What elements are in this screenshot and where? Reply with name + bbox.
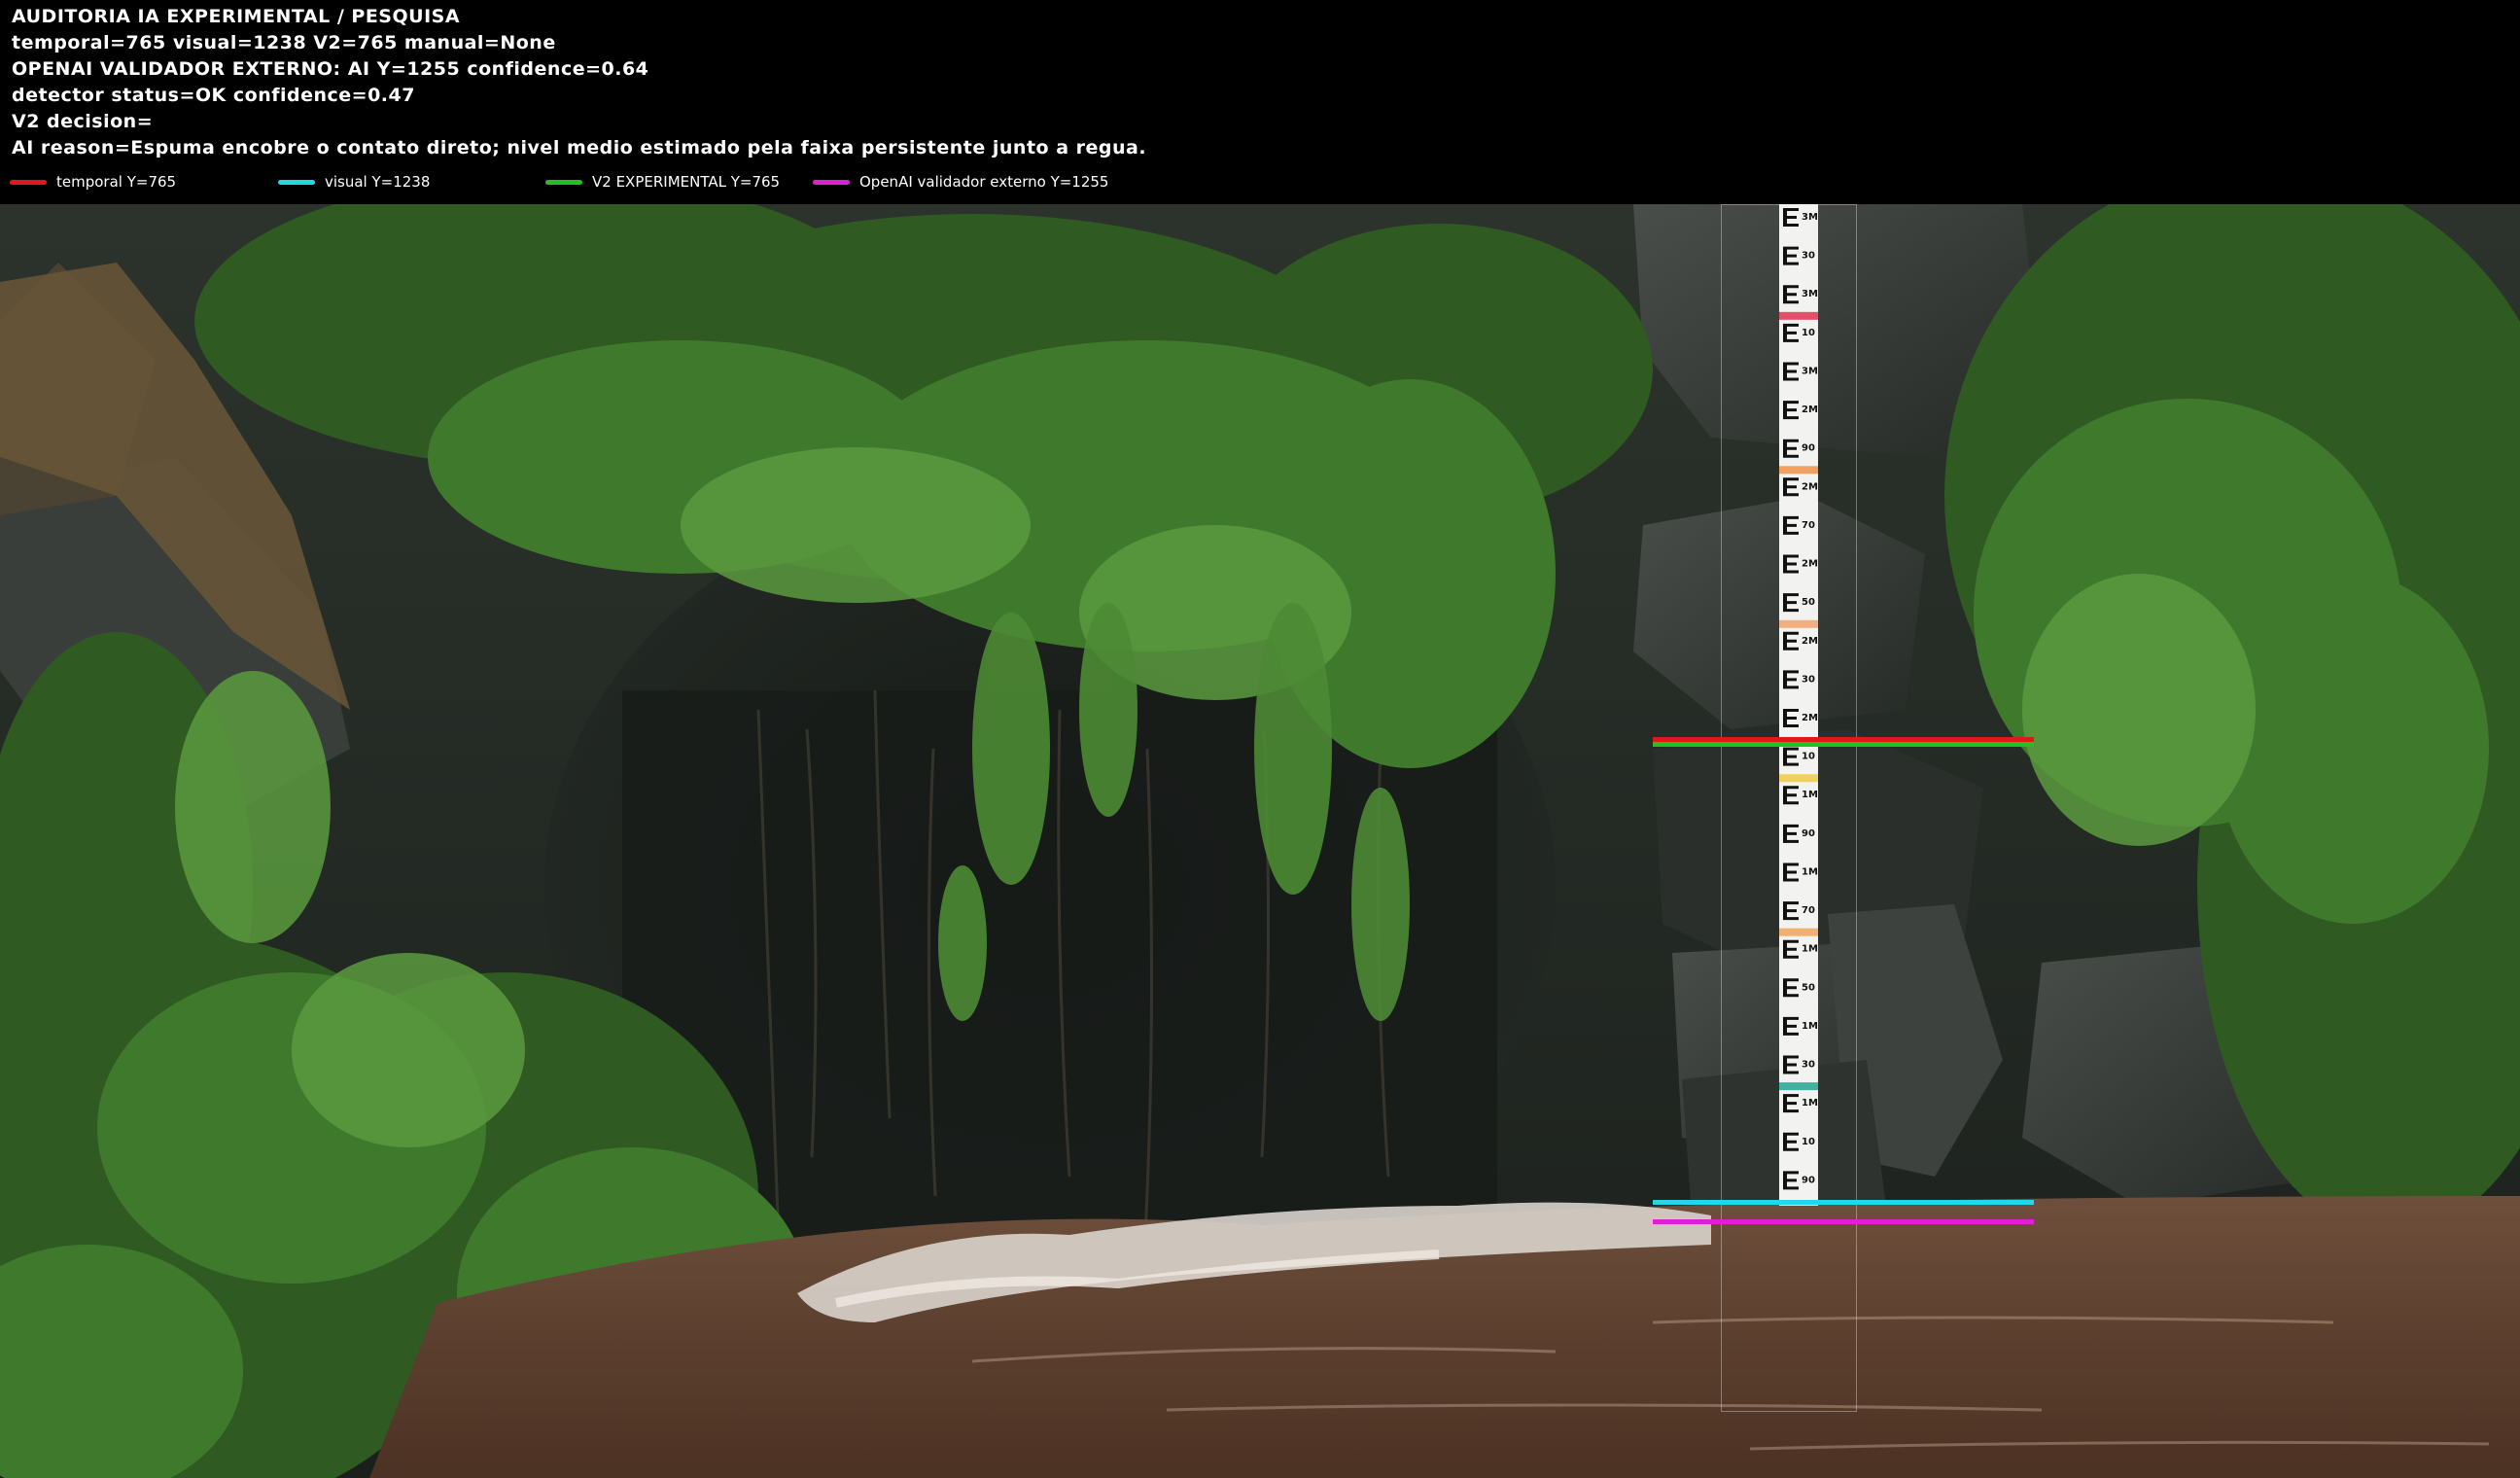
gauge-color-band [1779,466,1818,475]
audit-header: AUDITORIA IA EXPERIMENTAL / PESQUISA tem… [0,0,2520,204]
gauge-tick-label: 2M [1802,481,1818,492]
gauge-tick-label: 3M [1802,212,1818,223]
gauge-tick-label: 50 [1802,597,1815,608]
gauge-tick-mark [1783,824,1799,843]
gauge-tick-mark [1783,670,1799,689]
audit-title: AUDITORIA IA EXPERIMENTAL / PESQUISA [12,6,461,27]
gauge-tick-label: 3M [1802,366,1818,376]
gauge-color-band [1779,311,1818,320]
gauge-tick-label: 1M [1802,790,1818,800]
legend-item-visual: visual Y=1238 [278,171,430,193]
gauge-board [1779,204,1818,1206]
gauge-tick-mark [1783,709,1799,727]
detector-status: detector status=OK confidence=0.47 [12,85,415,106]
legend-swatch-v2 [545,179,582,185]
legend-item-temporal: temporal Y=765 [10,171,176,193]
gauge-tick-label: 10 [1802,328,1815,338]
legend-label-v2: V2 EXPERIMENTAL Y=765 [592,173,781,191]
gauge-tick-label: 50 [1802,982,1815,993]
v2-decision: V2 decision= [12,111,154,132]
gauge-tick-mark [1783,1171,1799,1190]
gauge-tick-mark [1783,747,1799,766]
gauge-tick-mark [1783,786,1799,805]
gauge-tick-label: 1M [1802,866,1818,877]
gauge-tick-label: 90 [1802,443,1815,454]
camera-frame: AUDITORIA IA EXPERIMENTAL / PESQUISA tem… [0,0,2520,1478]
gauge-tick-label: 10 [1802,1137,1815,1147]
gauge-tick-label: 2M [1802,559,1818,570]
gauge-tick-mark [1783,362,1799,381]
legend-label-visual: visual Y=1238 [325,173,431,191]
gauge-tick-mark [1783,323,1799,342]
legend: temporal Y=765 visual Y=1238 V2 EXPERIME… [0,171,2520,193]
gauge-tick-mark [1783,208,1799,227]
measurement-values: temporal=765 visual=1238 V2=765 manual=N… [12,32,556,53]
gauge-tick-mark [1783,1016,1799,1036]
gauge-color-band [1779,619,1818,628]
gauge-tick-mark [1783,1132,1799,1151]
staff-gauge: 3M 30 3M 10 3M 2M 90 2M 70 2M 50 2M 30 2M 10 1M 90 1M 70 1M… [1779,204,1818,1206]
legend-label-openai: OpenAI validador externo Y=1255 [859,173,1109,191]
visual-level-line [1653,1200,2034,1205]
gauge-tick-label: 10 [1802,752,1815,762]
legend-swatch-visual [278,179,315,185]
gauge-tick-mark [1783,631,1799,651]
gauge-tick-label: 2M [1802,713,1818,723]
gauge-tick-label: 30 [1802,251,1815,262]
legend-swatch-temporal [10,179,47,185]
river-scene: 3M 30 3M 10 3M 2M 90 2M 70 2M 50 2M 30 2M 10 1M 90 1M 70 1M… [0,204,2520,1478]
legend-item-openai: OpenAI validador externo Y=1255 [813,171,1108,193]
gauge-tick-mark [1783,477,1799,497]
gauge-tick-mark [1783,554,1799,574]
gauge-tick-label: 70 [1802,520,1815,531]
gauge-tick-mark [1783,515,1799,535]
gauge-tick-mark [1783,1094,1799,1113]
gauge-tick-mark [1783,862,1799,882]
gauge-tick-mark [1783,439,1799,458]
gauge-tick-label: 90 [1802,1175,1815,1185]
gauge-tick-label: 30 [1802,1060,1815,1071]
openai-validator: OPENAI VALIDADOR EXTERNO: AI Y=1255 conf… [12,58,649,80]
gauge-color-band [1779,774,1818,783]
legend-label-temporal: temporal Y=765 [56,173,177,191]
gauge-tick-label: 30 [1802,674,1815,685]
gauge-tick-label: 1M [1802,1098,1818,1108]
gauge-tick-mark [1783,593,1799,613]
gauge-tick-mark [1783,1055,1799,1074]
gauge-tick-label: 70 [1802,905,1815,916]
gauge-tick-mark [1783,246,1799,265]
openai-level-line [1653,1219,2034,1224]
ai-reason: AI reason=Espuma encobre o contato diret… [12,137,1147,158]
gauge-tick-label: 1M [1802,944,1818,955]
gauge-tick-mark [1783,978,1799,998]
v2-level-line [1653,742,2034,747]
gauge-tick-label: 3M [1802,289,1818,299]
legend-item-v2: V2 EXPERIMENTAL Y=765 [545,171,780,193]
gauge-tick-mark [1783,401,1799,420]
gauge-tick-mark [1783,285,1799,304]
legend-swatch-openai [813,179,850,185]
gauge-tick-label: 1M [1802,1021,1818,1032]
gauge-tick-mark [1783,901,1799,921]
gauge-color-band [1779,1082,1818,1091]
gauge-tick-label: 2M [1802,405,1818,415]
gauge-tick-label: 90 [1802,828,1815,839]
gauge-tick-label: 2M [1802,636,1818,647]
gauge-tick-mark [1783,939,1799,959]
gauge-color-band [1779,928,1818,936]
scene-illustration [0,204,2520,1478]
